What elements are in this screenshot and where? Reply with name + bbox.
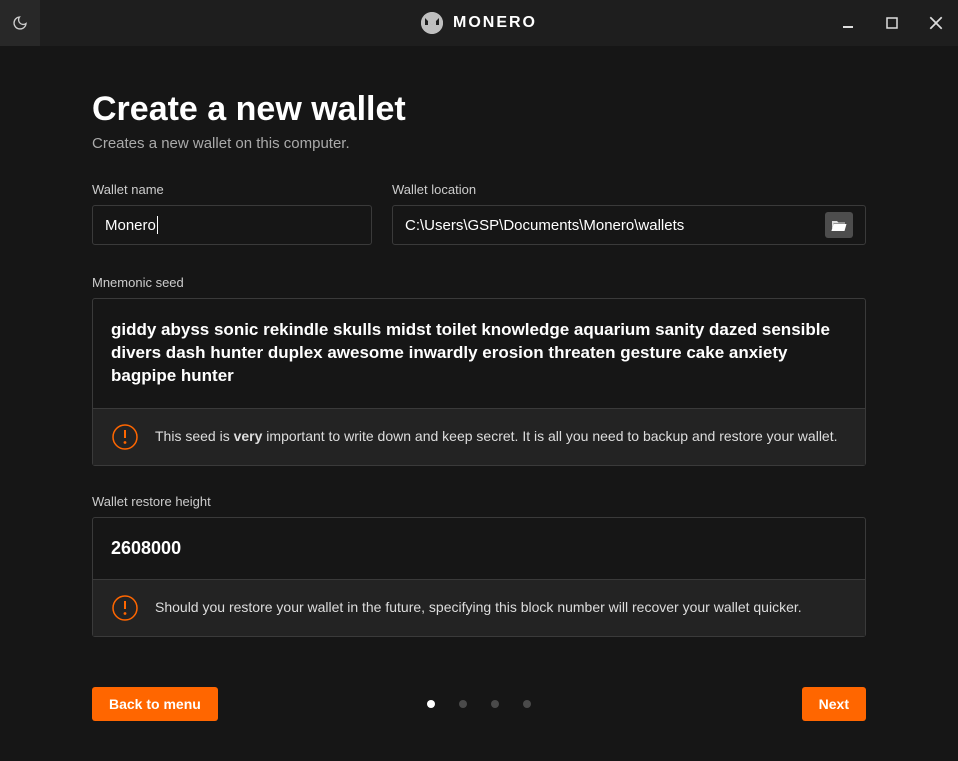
restore-height-value: 2608000 (93, 518, 865, 579)
restore-warning-text: Should you restore your wallet in the fu… (155, 598, 802, 618)
titlebar: MONERO (0, 0, 958, 46)
wallet-fields-row: Wallet name Monero Wallet location C:\Us… (92, 182, 866, 245)
wallet-location-value: C:\Users\GSP\Documents\Monero\wallets (405, 217, 817, 234)
wallet-name-input[interactable]: Monero (92, 205, 372, 245)
window-controls (826, 0, 958, 46)
warning-icon (111, 594, 139, 622)
page-subtitle: Creates a new wallet on this computer. (92, 135, 866, 152)
minimize-button[interactable] (826, 0, 870, 46)
browse-button[interactable] (825, 212, 853, 238)
wallet-name-label: Wallet name (92, 182, 372, 197)
warning-icon (111, 423, 139, 451)
step-dot-2[interactable] (459, 700, 467, 708)
step-dot-1[interactable] (427, 700, 435, 708)
wallet-name-value: Monero (105, 217, 156, 234)
warning-bold: very (234, 428, 263, 444)
progress-dots (427, 700, 531, 708)
warning-post: important to write down and keep secret.… (262, 428, 837, 444)
wallet-location-label: Wallet location (392, 182, 866, 197)
theme-toggle-button[interactable] (0, 0, 40, 46)
title-center: MONERO (421, 12, 537, 34)
minimize-icon (841, 16, 855, 30)
restore-box: 2608000 Should you restore your wallet i… (92, 517, 866, 637)
mnemonic-warning: This seed is very important to write dow… (93, 408, 865, 465)
moon-icon (12, 15, 28, 31)
text-cursor (157, 216, 158, 234)
mnemonic-warning-text: This seed is very important to write dow… (155, 427, 838, 447)
step-dot-4[interactable] (523, 700, 531, 708)
step-dot-3[interactable] (491, 700, 499, 708)
page-title: Create a new wallet (92, 90, 866, 129)
footer: Back to menu Next (92, 687, 866, 721)
mnemonic-section: Mnemonic seed giddy abyss sonic rekindle… (92, 275, 866, 466)
wallet-name-field: Wallet name Monero (92, 182, 372, 245)
restore-label: Wallet restore height (92, 494, 866, 509)
content: Create a new wallet Creates a new wallet… (0, 46, 958, 637)
mnemonic-seed-text: giddy abyss sonic rekindle skulls midst … (93, 299, 865, 408)
monero-logo-icon (421, 12, 443, 34)
maximize-button[interactable] (870, 0, 914, 46)
close-icon (928, 15, 944, 31)
wallet-location-field: Wallet location C:\Users\GSP\Documents\M… (392, 182, 866, 245)
mnemonic-label: Mnemonic seed (92, 275, 866, 290)
app-title: MONERO (453, 14, 537, 32)
back-button[interactable]: Back to menu (92, 687, 218, 721)
folder-open-icon (831, 219, 847, 232)
next-button[interactable]: Next (802, 687, 866, 721)
close-button[interactable] (914, 0, 958, 46)
restore-warning: Should you restore your wallet in the fu… (93, 579, 865, 636)
mnemonic-box: giddy abyss sonic rekindle skulls midst … (92, 298, 866, 466)
wallet-location-input[interactable]: C:\Users\GSP\Documents\Monero\wallets (392, 205, 866, 245)
maximize-icon (885, 16, 899, 30)
warning-pre: This seed is (155, 428, 234, 444)
restore-section: Wallet restore height 2608000 Should you… (92, 494, 866, 637)
